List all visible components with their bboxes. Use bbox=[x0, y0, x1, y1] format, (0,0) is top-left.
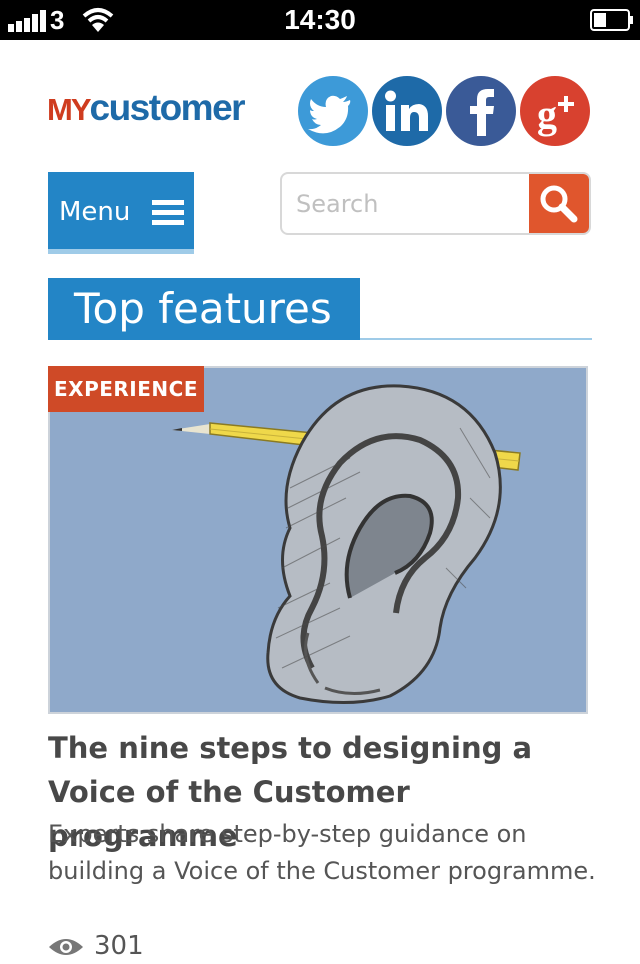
linkedin-icon[interactable] bbox=[372, 76, 442, 146]
menu-label: Menu bbox=[59, 197, 131, 227]
feature-image[interactable] bbox=[48, 366, 588, 714]
search-input[interactable] bbox=[296, 184, 516, 224]
search-box bbox=[280, 172, 591, 235]
eye-icon bbox=[49, 938, 83, 955]
section-title: Top features bbox=[48, 278, 360, 340]
search-icon bbox=[540, 185, 578, 223]
logo-my: MY bbox=[47, 92, 91, 127]
clock: 14:30 bbox=[284, 4, 356, 35]
site-logo[interactable]: MYcustomer bbox=[47, 87, 246, 130]
section-header: Top features bbox=[48, 278, 592, 340]
view-count: 301 bbox=[48, 928, 144, 964]
svg-text:g: g bbox=[537, 92, 557, 137]
category-badge[interactable]: EXPERIENCE bbox=[48, 366, 204, 412]
menu-button[interactable]: Menu bbox=[48, 172, 194, 254]
hamburger-icon bbox=[152, 200, 184, 225]
ear-pencil-illustration bbox=[50, 368, 586, 712]
status-bar: 3 14:30 bbox=[0, 0, 640, 40]
google-plus-icon[interactable]: g bbox=[520, 76, 590, 146]
article-summary: Experts share step-by-step guidance on b… bbox=[48, 820, 596, 885]
battery-icon bbox=[590, 9, 633, 31]
twitter-icon[interactable] bbox=[298, 76, 368, 146]
view-count-value: 301 bbox=[94, 931, 144, 961]
facebook-icon[interactable] bbox=[446, 76, 516, 146]
logo-customer: customer bbox=[89, 87, 246, 128]
search-button[interactable] bbox=[529, 174, 589, 233]
